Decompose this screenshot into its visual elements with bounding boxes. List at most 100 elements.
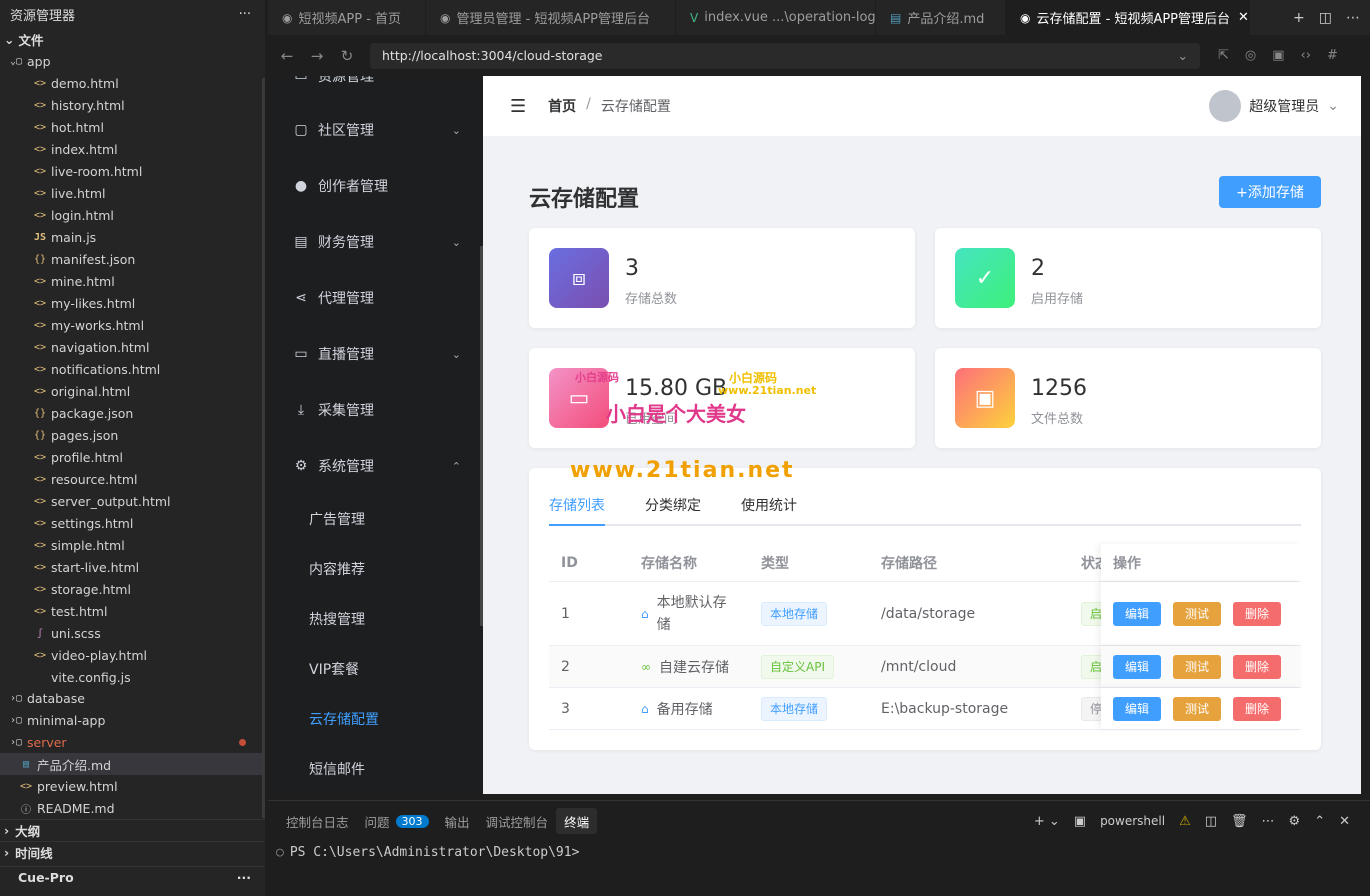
submenu-sms-mail[interactable]: 短信邮件 — [268, 744, 483, 794]
file-item[interactable]: <> index.html — [0, 138, 262, 160]
test-button[interactable]: 测试 — [1173, 654, 1222, 679]
menu-system[interactable]: ⚙ 系统管理 ⌃ — [268, 438, 483, 494]
file-item[interactable]: <> original.html — [0, 380, 262, 402]
explorer-scrollbar[interactable] — [262, 78, 265, 818]
file-item[interactable]: <> my-works.html — [0, 314, 262, 336]
folder-item[interactable]: ›▢ minimal-app — [0, 709, 262, 731]
tab-storage-list[interactable]: 存储列表 — [549, 496, 605, 526]
submenu-cloud-storage[interactable]: 云存储配置 — [268, 694, 483, 744]
split-editor-icon[interactable]: ◫ — [1319, 10, 1332, 26]
close-icon[interactable]: ✕ — [1238, 10, 1249, 25]
file-item[interactable]: <> storage.html — [0, 578, 262, 600]
menu-collect[interactable]: ⤓ 采集管理 — [268, 382, 483, 438]
tab-product-md[interactable]: ▤ 产品介绍.md — [876, 0, 1006, 35]
tab-terminal[interactable]: 终端 — [556, 808, 598, 834]
back-icon[interactable]: ← — [272, 47, 302, 65]
add-storage-button[interactable]: +添加存储 — [1219, 176, 1321, 208]
file-item[interactable]: <> navigation.html — [0, 336, 262, 358]
file-item[interactable]: <> simple.html — [0, 534, 262, 556]
file-item[interactable]: <> history.html — [0, 94, 262, 116]
inspect-icon[interactable]: ⇱ — [1218, 48, 1229, 63]
delete-button[interactable]: 删除 — [1233, 601, 1282, 626]
tab-cloud-storage[interactable]: ◉ 云存储配置 - 短视频APP管理后台 ✕ — [1006, 0, 1250, 35]
shell-name[interactable]: powershell — [1100, 814, 1165, 828]
menu-toggle-icon[interactable]: ☰ — [510, 96, 526, 117]
menu-creator[interactable]: ● 创作者管理 — [268, 158, 483, 214]
file-item[interactable]: <> mine.html — [0, 270, 262, 292]
add-terminal-icon[interactable]: + ⌄ — [1034, 814, 1060, 829]
file-item[interactable]: <> test.html — [0, 600, 262, 622]
menu-live[interactable]: ▭ 直播管理 ⌄ — [268, 326, 483, 382]
tab-category-binding[interactable]: 分类绑定 — [645, 496, 701, 526]
edit-button[interactable]: 编辑 — [1113, 654, 1162, 679]
tab-usage-stats[interactable]: 使用统计 — [741, 496, 797, 526]
breadcrumb-home[interactable]: 首页 — [548, 96, 576, 116]
folder-item[interactable]: ›▢ server — [0, 731, 262, 753]
more-icon[interactable]: ··· — [239, 7, 251, 22]
files-section[interactable]: ⌄ 文件 — [0, 28, 265, 50]
tab-debug-console[interactable]: 调试控制台 — [478, 808, 557, 834]
tab-console-log[interactable]: 控制台日志 — [278, 808, 357, 834]
add-icon[interactable]: + — [1293, 10, 1305, 26]
code-icon[interactable]: ‹› — [1301, 48, 1311, 63]
file-item[interactable]: {} pages.json — [0, 424, 262, 446]
timeline-section[interactable]: › 时间线 — [0, 841, 265, 863]
file-item[interactable]: <> preview.html — [0, 775, 262, 797]
outline-section[interactable]: › 大纲 — [0, 819, 265, 841]
tab-problems[interactable]: 问题 303 — [357, 808, 437, 834]
tab-index-vue[interactable]: Vindex.vue ...\operation-log — [676, 0, 876, 35]
file-item[interactable]: <> login.html — [0, 204, 262, 226]
tab-output[interactable]: 输出 — [437, 808, 478, 834]
compass-icon[interactable]: ◎ — [1245, 48, 1256, 63]
file-item[interactable]: <> server_output.html — [0, 490, 262, 512]
file-item[interactable]: <> live-room.html — [0, 160, 262, 182]
url-input[interactable]: http://localhost:3004/cloud-storage ⌄ — [370, 42, 1200, 69]
menu-community[interactable]: ▢ 社区管理 ⌄ — [268, 102, 483, 158]
file-item[interactable]: <> resource.html — [0, 468, 262, 490]
submenu-vip[interactable]: VIP套餐 — [268, 644, 483, 694]
folder-item[interactable]: ›▢ database — [0, 687, 262, 709]
edit-button[interactable]: 编辑 — [1113, 696, 1162, 721]
file-item[interactable]: <> my-likes.html — [0, 292, 262, 314]
menu-finance[interactable]: ▤ 财务管理 ⌄ — [268, 214, 483, 270]
file-item[interactable]: vite.config.js — [0, 666, 262, 688]
more-icon[interactable]: ⋯ — [1262, 814, 1275, 829]
file-item[interactable]: <> start-live.html — [0, 556, 262, 578]
maximize-icon[interactable]: ⌃ — [1314, 814, 1325, 829]
terminal-output[interactable]: ○ PS C:\Users\Administrator\Desktop\91> — [268, 845, 1370, 860]
trash-icon[interactable]: 🗑 — [1231, 814, 1248, 829]
menu-agent[interactable]: ⋖ 代理管理 — [268, 270, 483, 326]
submenu-ads[interactable]: 广告管理 — [268, 494, 483, 544]
test-button[interactable]: 测试 — [1173, 696, 1222, 721]
file-item[interactable]: <> hot.html — [0, 116, 262, 138]
file-item[interactable]: ʃ uni.scss — [0, 622, 262, 644]
file-item[interactable]: {} manifest.json — [0, 248, 262, 270]
user-menu[interactable]: 超级管理员 ⌄ — [1209, 90, 1339, 122]
file-item[interactable]: <> notifications.html — [0, 358, 262, 380]
forward-icon[interactable]: → — [302, 47, 332, 65]
file-item[interactable]: {} package.json — [0, 402, 262, 424]
reload-icon[interactable]: ↻ — [332, 47, 362, 65]
file-item[interactable]: <> live.html — [0, 182, 262, 204]
file-item[interactable]: ▤ 产品介绍.md — [0, 753, 262, 775]
screenshot-icon[interactable]: ▣ — [1272, 48, 1284, 63]
submenu-hot-search[interactable]: 热搜管理 — [268, 594, 483, 644]
file-item[interactable]: <> demo.html — [0, 72, 262, 94]
file-item[interactable]: <> video-play.html — [0, 644, 262, 666]
folder-app[interactable]: ⌄▢ app — [0, 50, 265, 72]
file-item[interactable]: JS main.js — [0, 226, 262, 248]
split-icon[interactable]: ◫ — [1205, 814, 1217, 829]
chevron-down-icon[interactable]: ⌄ — [1178, 48, 1188, 63]
settings-icon[interactable]: ⚙ — [1289, 814, 1301, 829]
file-item[interactable]: <> profile.html — [0, 446, 262, 468]
more-icon[interactable]: ··· — [237, 870, 251, 885]
file-item[interactable]: ⓘ README.md — [0, 797, 262, 819]
test-button[interactable]: 测试 — [1173, 601, 1222, 626]
more-icon[interactable]: ⋯ — [1346, 10, 1360, 26]
delete-button[interactable]: 删除 — [1233, 696, 1282, 721]
close-icon[interactable]: ✕ — [1339, 814, 1350, 829]
tab-admin[interactable]: ◉ 管理员管理 - 短视频APP管理后台 — [426, 0, 676, 35]
submenu-recommend[interactable]: 内容推荐 — [268, 544, 483, 594]
tab-home[interactable]: ◉ 短视频APP - 首页 — [268, 0, 426, 35]
cue-pro-section[interactable]: Cue-Pro ··· — [0, 866, 265, 888]
